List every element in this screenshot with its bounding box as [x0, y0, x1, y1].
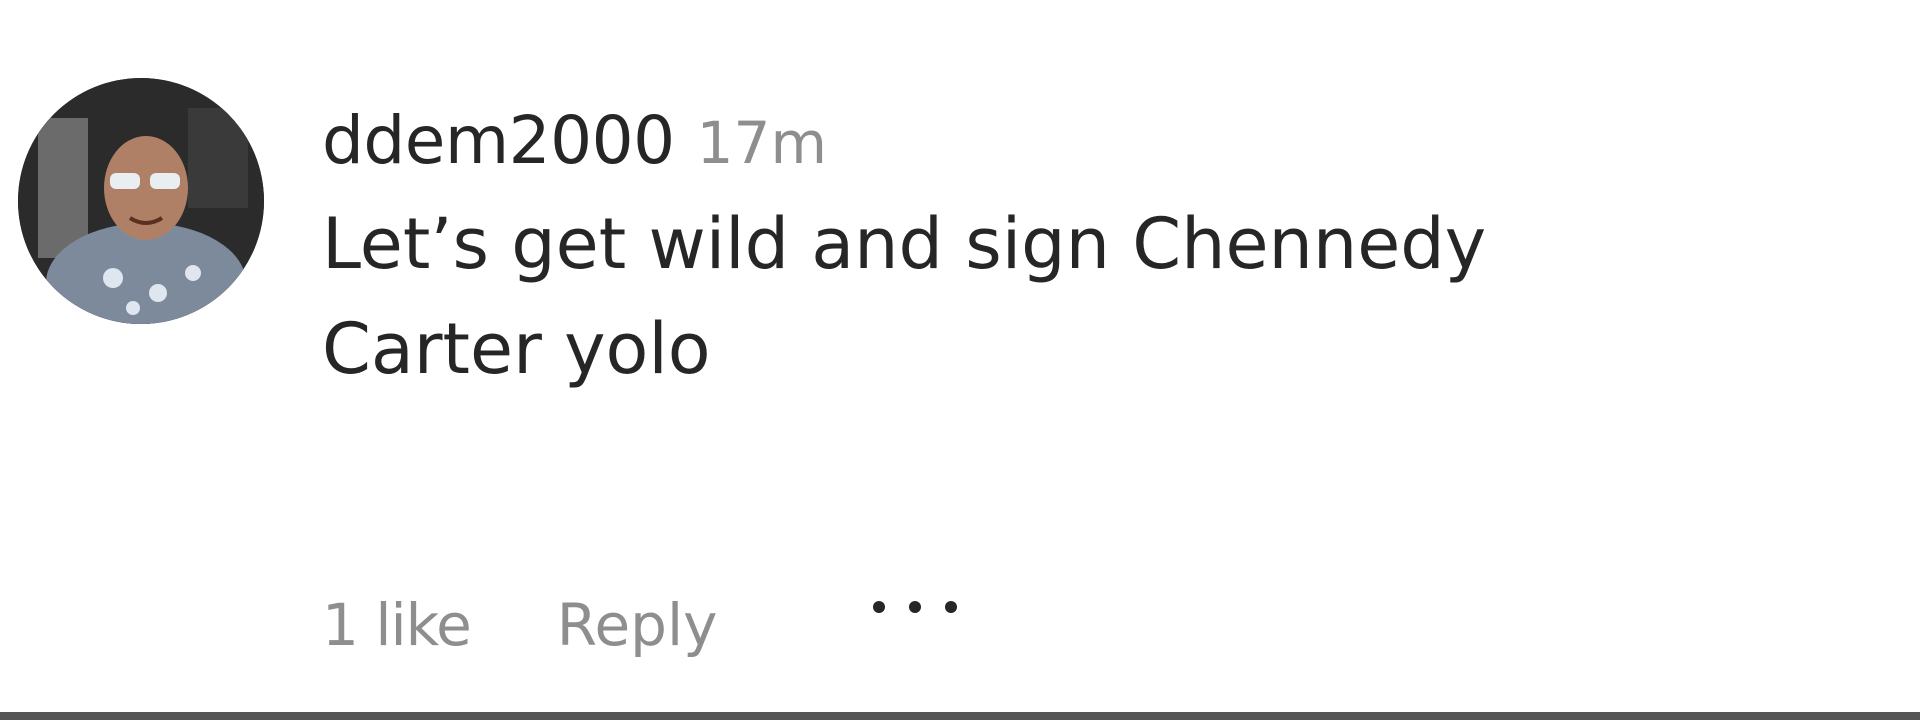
comment-actions: 1 like Reply	[322, 580, 965, 670]
comment: ddem2000 17m Let’s get wild and sign Chen…	[0, 0, 1920, 712]
comment-body: ddem2000 17m Let’s get wild and sign Chen…	[322, 96, 1902, 402]
likes-count[interactable]: 1 like	[322, 580, 472, 670]
timestamp[interactable]: 17m	[697, 109, 827, 177]
divider	[0, 712, 1920, 720]
comment-text: Let’s get wild and sign Chennedy Carter …	[322, 203, 1487, 390]
avatar[interactable]	[18, 78, 264, 324]
more-options-icon[interactable]	[865, 562, 965, 652]
reply-button[interactable]: Reply	[557, 580, 718, 670]
username[interactable]: ddem2000	[322, 102, 675, 179]
comment-header: ddem2000 17m	[322, 96, 1902, 186]
avatar-image	[18, 78, 264, 324]
